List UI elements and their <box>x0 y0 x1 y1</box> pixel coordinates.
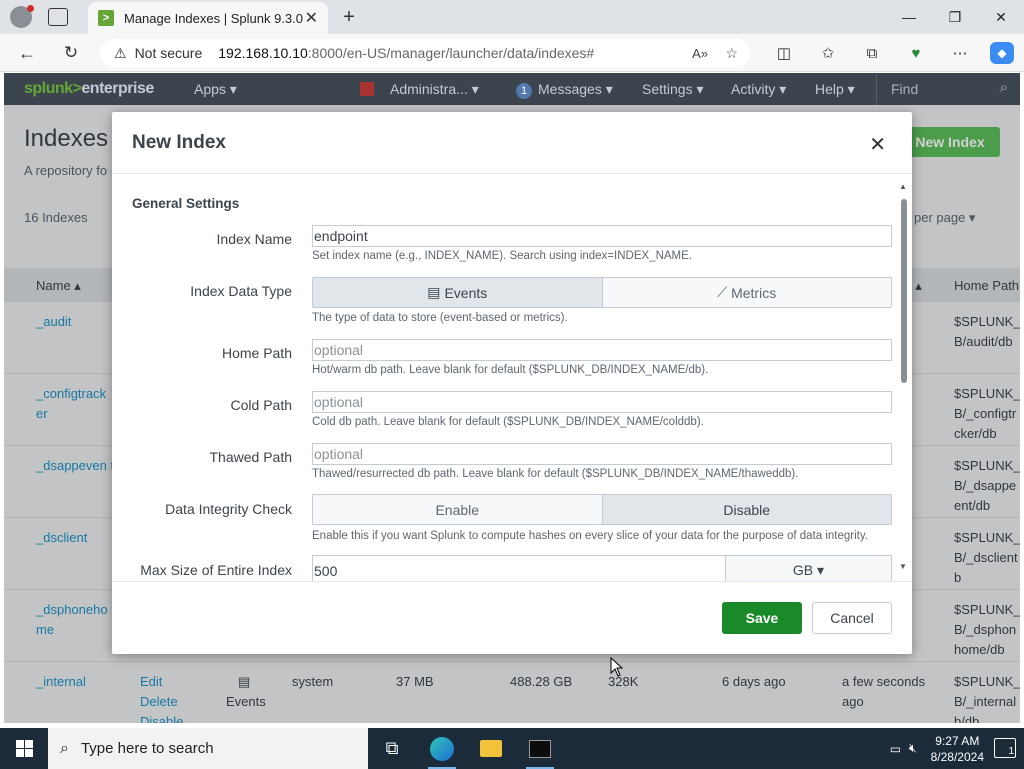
metrics-option[interactable]: ⟋ Metrics <box>601 278 891 307</box>
events-icon: ▤ <box>427 284 441 300</box>
security-label[interactable]: Not secure <box>135 45 203 61</box>
integrity-toggle: Enable Disable <box>312 494 892 525</box>
scrollbar-thumb[interactable] <box>901 199 907 383</box>
data-type-label: Index Data Type <box>190 283 292 299</box>
url-path: :8000/en-US/manager/launcher/data/indexe… <box>307 45 595 61</box>
alert-icon <box>360 82 374 96</box>
profile-icon[interactable] <box>10 5 34 28</box>
warning-icon: ⚠ <box>114 44 127 61</box>
split-screen-icon[interactable]: ◫ <box>774 43 794 63</box>
reload-icon[interactable]: ↻ <box>60 43 82 63</box>
find-input[interactable]: Find ⌕ <box>876 73 1020 105</box>
metrics-icon: ⟋ <box>717 284 728 300</box>
settings-menu[interactable]: Settings ▾ <box>642 81 704 98</box>
messages-menu[interactable]: 1 Messages ▾ <box>516 81 613 99</box>
home-path-input[interactable]: optional <box>312 339 892 361</box>
activity-menu[interactable]: Activity ▾ <box>731 81 786 98</box>
edge-taskbar-icon[interactable] <box>418 728 466 769</box>
splunk-logo[interactable]: splunk>enterprise <box>24 80 154 98</box>
scroll-down-icon[interactable]: ▼ <box>899 562 907 571</box>
thawed-path-label: Thawed Path <box>209 449 293 465</box>
restore-icon[interactable]: ❐ <box>932 0 978 34</box>
search-icon: ⌕ <box>60 739 69 757</box>
search-placeholder: Type here to search <box>80 740 214 757</box>
cold-path-help: Cold db path. Leave blank for default ($… <box>312 416 704 428</box>
new-index-dialog: New Index ✕ General Settings Index Name … <box>112 112 912 654</box>
taskbar-search[interactable]: ⌕ Type here to search <box>48 728 368 769</box>
collections-icon[interactable]: ⧉ <box>862 43 882 63</box>
scroll-up-icon[interactable]: ▲ <box>899 182 907 191</box>
admin-menu[interactable]: Administra... ▾ <box>360 81 479 98</box>
dialog-body[interactable]: General Settings Index Name endpoint Set… <box>112 175 912 581</box>
cold-path-input[interactable]: optional <box>312 391 892 413</box>
integrity-disable-option[interactable]: Disable <box>601 495 891 524</box>
dialog-close-icon[interactable]: ✕ <box>869 132 886 157</box>
thawed-path-input[interactable]: optional <box>312 443 892 465</box>
home-path-help: Hot/warm db path. Leave blank for defaul… <box>312 364 709 376</box>
window-controls: — ❐ ✕ <box>886 0 1024 34</box>
index-name-input[interactable]: endpoint <box>312 225 892 247</box>
splunk-nav-bar: splunk>enterprise Apps ▾ Administra... ▾… <box>4 73 1020 105</box>
integrity-help: Enable this if you want Splunk to comput… <box>312 530 868 542</box>
clock-date: 8/28/2024 <box>930 749 984 764</box>
copilot-icon[interactable]: ◆ <box>990 42 1014 64</box>
clock-time: 9:27 AM <box>935 733 980 748</box>
apps-menu[interactable]: Apps ▾ <box>194 81 237 98</box>
tab-actions-icon[interactable] <box>48 8 68 26</box>
network-icon[interactable]: ▭ <box>890 742 901 756</box>
save-button[interactable]: Save <box>722 602 802 634</box>
terminal-icon[interactable] <box>516 728 564 769</box>
integrity-enable-option[interactable]: Enable <box>313 495 602 524</box>
notification-count: 1 <box>1008 746 1014 757</box>
minimize-icon[interactable]: — <box>886 0 932 34</box>
home-path-label: Home Path <box>221 345 292 361</box>
cancel-button[interactable]: Cancel <box>812 602 892 634</box>
max-size-input[interactable]: 500 <box>312 555 726 581</box>
task-view-icon[interactable]: ⧉ <box>368 728 416 769</box>
new-tab-icon[interactable]: + <box>338 6 360 28</box>
data-type-help: The type of data to store (event-based o… <box>312 312 568 324</box>
browser-tab[interactable]: > Manage Indexes | Splunk 9.3.0 ✕ <box>88 2 328 34</box>
tab-title: Manage Indexes | Splunk 9.3.0 <box>124 10 303 26</box>
splunk-favicon-icon: > <box>98 10 114 26</box>
dialog-footer: Save Cancel <box>112 581 912 654</box>
data-type-toggle: ▤ Events ⟋ Metrics <box>312 277 892 308</box>
dialog-header: New Index ✕ <box>112 112 912 174</box>
index-name-label: Index Name <box>216 231 292 247</box>
start-button[interactable] <box>0 728 48 769</box>
window-close-icon[interactable]: ✕ <box>978 0 1024 34</box>
tab-close-icon[interactable]: ✕ <box>305 8 318 28</box>
address-bar-row: ← ↻ ⚠ Not secure 192.168.10.10:8000/en-U… <box>0 34 1024 72</box>
max-size-label: Max Size of Entire Index <box>140 562 292 578</box>
integrity-label: Data Integrity Check <box>165 501 292 517</box>
url-field[interactable]: ⚠ Not secure 192.168.10.10:8000/en-US/ma… <box>100 39 750 67</box>
messages-count-badge: 1 <box>516 83 532 99</box>
windows-taskbar: ⌕ Type here to search ⧉ ▭ 🔇︎ 9:27 AM 8/2… <box>0 728 1024 769</box>
back-icon[interactable]: ← <box>16 43 38 63</box>
notifications-icon[interactable]: 1 <box>994 738 1016 758</box>
system-tray: ▭ 🔇︎ 9:27 AM 8/28/2024 <box>890 728 984 769</box>
dialog-title: New Index <box>132 132 226 153</box>
read-aloud-icon[interactable]: A» <box>692 46 708 61</box>
volume-muted-icon[interactable]: 🔇︎ <box>909 741 917 756</box>
windows-logo-icon <box>15 740 33 757</box>
browser-essentials-icon[interactable]: ♥ <box>906 43 926 63</box>
thawed-path-help: Thawed/resurrected db path. Leave blank … <box>312 468 799 480</box>
mouse-cursor-icon <box>610 657 624 677</box>
cold-path-label: Cold Path <box>230 397 292 413</box>
file-explorer-icon[interactable] <box>467 728 515 769</box>
help-menu[interactable]: Help ▾ <box>815 81 855 98</box>
browser-tab-bar: > Manage Indexes | Splunk 9.3.0 ✕ + — ❐ … <box>0 0 1024 34</box>
section-heading: General Settings <box>132 196 240 211</box>
search-icon: ⌕ <box>999 79 1008 96</box>
max-size-unit-select[interactable]: GB ▾ <box>725 555 892 581</box>
more-menu-icon[interactable]: ⋯ <box>950 43 970 63</box>
favorites-icon[interactable]: ✩ <box>818 43 838 63</box>
favorite-star-icon[interactable]: ☆ <box>725 45 738 62</box>
url-host: 192.168.10.10 <box>218 45 308 61</box>
clock[interactable]: 9:27 AM 8/28/2024 <box>931 733 984 765</box>
index-name-help: Set index name (e.g., INDEX_NAME). Searc… <box>312 250 692 262</box>
events-option[interactable]: ▤ Events <box>313 278 602 307</box>
